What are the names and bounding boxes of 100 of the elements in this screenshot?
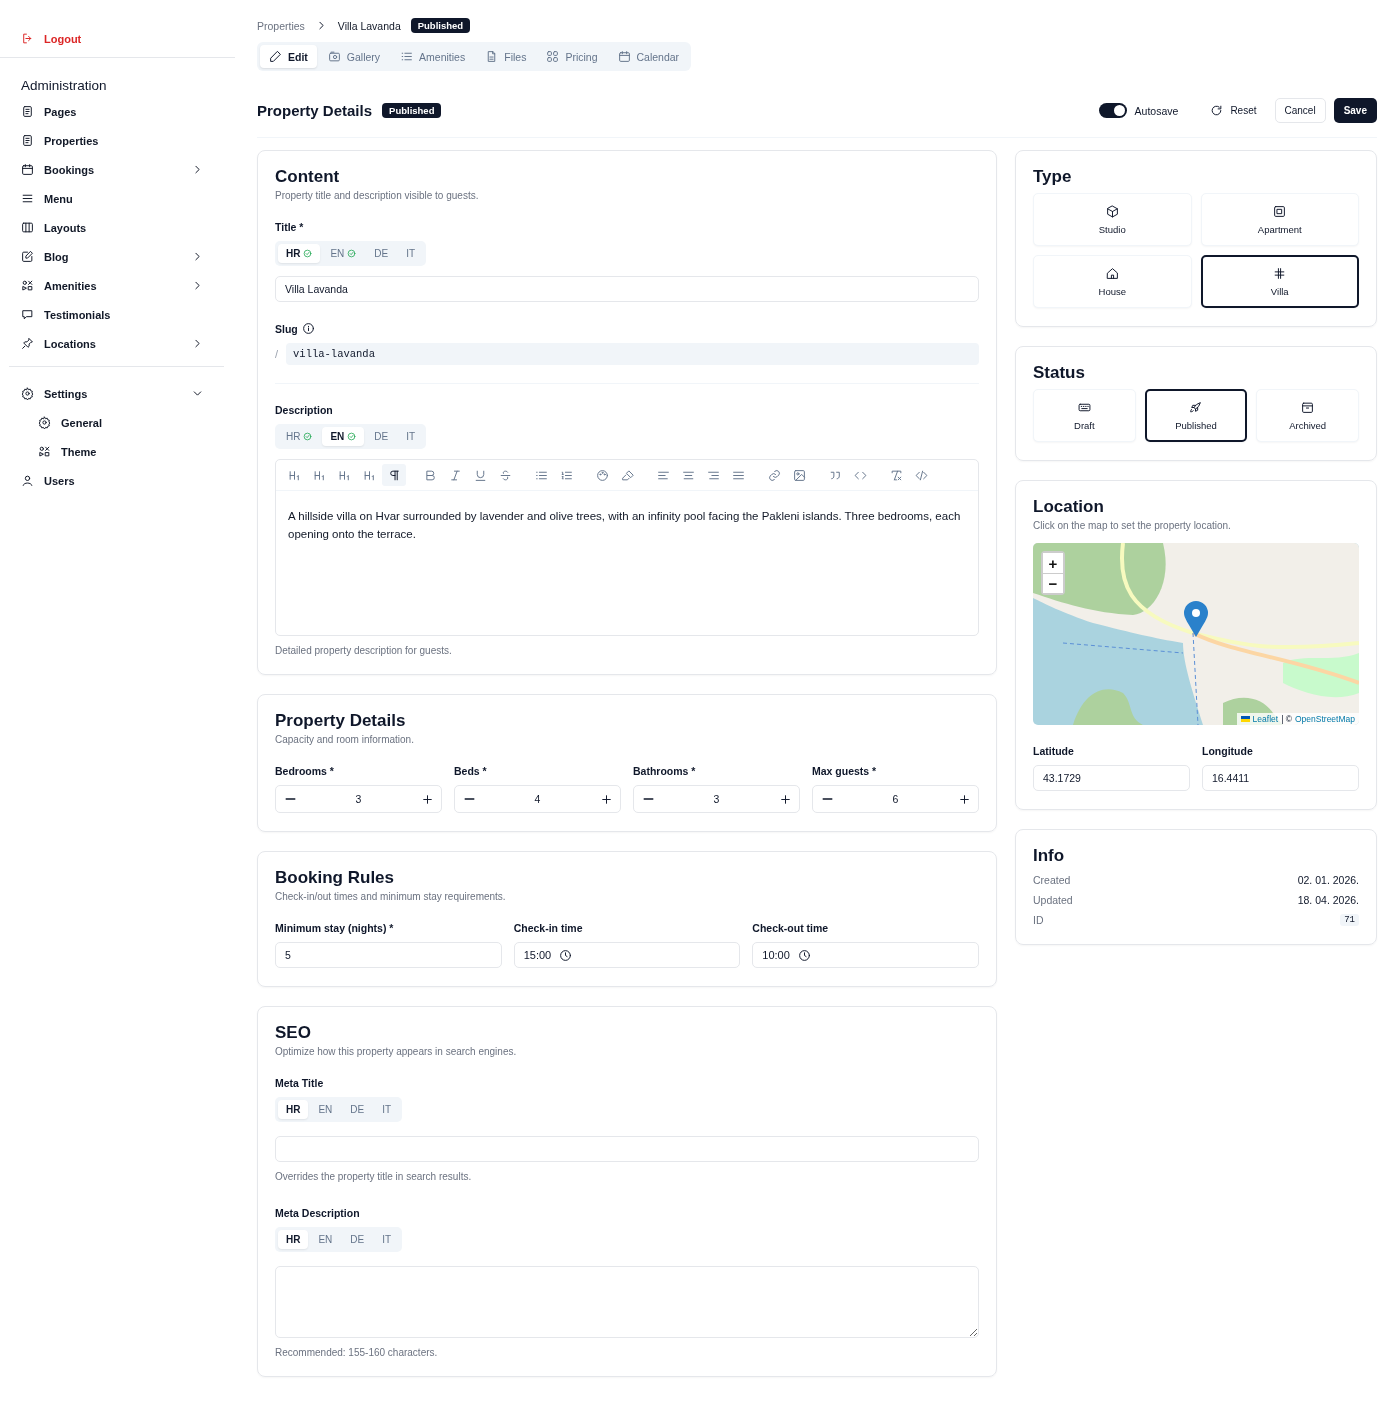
breadcrumb-link[interactable]: Properties [257, 19, 305, 32]
language-tab[interactable]: HR [278, 244, 321, 263]
sidebar-item[interactable]: Users [9, 466, 216, 495]
number-input[interactable]: 5 [275, 942, 502, 968]
field-label: Latitude [1033, 745, 1075, 757]
cancel-button[interactable]: Cancel [1274, 98, 1326, 123]
info-value: 18. 04. 2026. [1297, 894, 1359, 906]
attribution-link[interactable]: OpenStreetMap [1295, 714, 1355, 724]
attribution-link[interactable]: Leaflet [1252, 714, 1279, 724]
number-input[interactable]: 4 [483, 792, 592, 806]
number-stepper[interactable]: 3 [633, 785, 800, 813]
language-tab[interactable]: EN [310, 1100, 341, 1119]
status-option[interactable]: Archived [1256, 389, 1359, 442]
map-drawing[interactable] [1033, 543, 1359, 725]
language-tab[interactable]: IT [398, 427, 424, 446]
sidebar-item[interactable]: Bookings [9, 155, 216, 184]
card-title: Location [1033, 497, 1105, 517]
pilcrow-button[interactable] [382, 464, 406, 486]
language-tab[interactable]: DE [366, 244, 397, 263]
language-tab[interactable]: EN [310, 1230, 341, 1249]
sidebar-item[interactable]: Locations [9, 329, 216, 358]
cube-icon [1105, 204, 1119, 218]
tab[interactable]: Pricing [537, 45, 607, 68]
sidebar-subitem[interactable]: Theme [9, 437, 216, 466]
language-tab[interactable]: DE [366, 427, 397, 446]
tab[interactable]: Amenities [391, 45, 475, 68]
sidebar-subitem[interactable]: General [9, 408, 216, 437]
status-badge: Published [410, 18, 471, 33]
type-option[interactable]: Apartment [1200, 193, 1359, 246]
time-field[interactable]: 15:00 [513, 942, 741, 968]
language-tab[interactable]: HR [278, 1230, 309, 1249]
language-tab[interactable]: EN [322, 427, 365, 446]
document-icon [21, 105, 34, 118]
field-label: Description [275, 404, 334, 416]
save-button[interactable]: Save [1333, 98, 1377, 123]
language-tab[interactable]: IT [374, 1100, 400, 1119]
sidebar-item[interactable]: Pages [9, 97, 216, 126]
sidebar-item[interactable]: Settings [9, 379, 216, 408]
text-input[interactable]: 43.1729 [1033, 765, 1190, 791]
status-option[interactable]: Published [1144, 389, 1248, 442]
status-option[interactable]: Draft [1033, 389, 1136, 442]
language-tab[interactable]: IT [398, 244, 424, 263]
language-tab[interactable]: IT [374, 1230, 400, 1249]
number-input[interactable]: 3 [662, 792, 771, 806]
house-icon [1105, 266, 1119, 280]
slug-input[interactable]: villa-lavanda [286, 343, 979, 365]
sidebar-item[interactable]: Blog [9, 242, 216, 271]
strikethrough-icon [498, 468, 512, 482]
language-tab[interactable]: EN [322, 244, 365, 263]
language-tab[interactable]: HR [278, 427, 321, 446]
field-label: Meta Description [275, 1207, 361, 1219]
status-badge: Published [382, 103, 442, 118]
type-option[interactable]: Villa [1200, 255, 1359, 308]
time-field[interactable]: 10:00 [752, 942, 979, 968]
language-tab[interactable]: DE [342, 1230, 373, 1249]
text-input[interactable]: Villa Lavanda [275, 276, 979, 302]
refresh-icon [1210, 104, 1224, 117]
sidebar-item[interactable]: Menu [9, 184, 216, 213]
card-title: Content [275, 167, 341, 187]
calendar-icon [21, 163, 34, 176]
reset-button[interactable]: Reset [1200, 97, 1267, 124]
tab[interactable]: Files [476, 45, 536, 68]
card-title: Info [1033, 846, 1066, 866]
number-input[interactable]: 3 [304, 792, 413, 806]
number-stepper[interactable]: 3 [275, 785, 442, 813]
text-input[interactable] [275, 1136, 979, 1162]
zoom-out-button[interactable]: − [1043, 573, 1063, 593]
pencil-icon [269, 50, 282, 63]
number-stepper[interactable]: 4 [454, 785, 621, 813]
type-option[interactable]: Studio [1033, 193, 1192, 246]
document-icon [21, 134, 34, 147]
number-stepper[interactable]: 6 [812, 785, 979, 813]
sidebar-item[interactable]: Amenities [9, 271, 216, 300]
tab[interactable]: Calendar [608, 45, 689, 68]
clock-icon [797, 948, 811, 962]
sidebar-item[interactable]: Testimonials [9, 300, 216, 329]
field-hint: Detailed property description for guests. [275, 645, 453, 656]
link-icon [767, 468, 781, 482]
hash-icon [1273, 266, 1287, 280]
sidebar-item[interactable]: Layouts [9, 213, 216, 242]
logout-link[interactable]: Logout [9, 30, 235, 47]
plus-icon [599, 792, 613, 806]
tab[interactable]: Gallery [318, 45, 390, 68]
grid-icon [546, 50, 560, 63]
number-input[interactable]: 6 [841, 792, 950, 806]
list-icon [400, 50, 414, 63]
pushpin-icon [21, 337, 34, 350]
language-tab[interactable]: HR [278, 1100, 309, 1119]
id-badge: 71 [1340, 914, 1359, 926]
sidebar-item[interactable]: Properties [9, 126, 216, 155]
breadcrumb-current: Villa Lavanda [337, 19, 401, 32]
tab[interactable]: Edit [260, 45, 317, 68]
field-label: Bathrooms * [633, 765, 697, 777]
info-icon [301, 322, 315, 335]
info-label: Updated [1033, 894, 1073, 906]
autosave-toggle[interactable] [1098, 103, 1127, 118]
settings-icon [38, 416, 51, 429]
text-input[interactable]: 16.4411 [1202, 765, 1359, 791]
language-tab[interactable]: DE [342, 1100, 373, 1119]
type-option[interactable]: House [1033, 255, 1192, 308]
